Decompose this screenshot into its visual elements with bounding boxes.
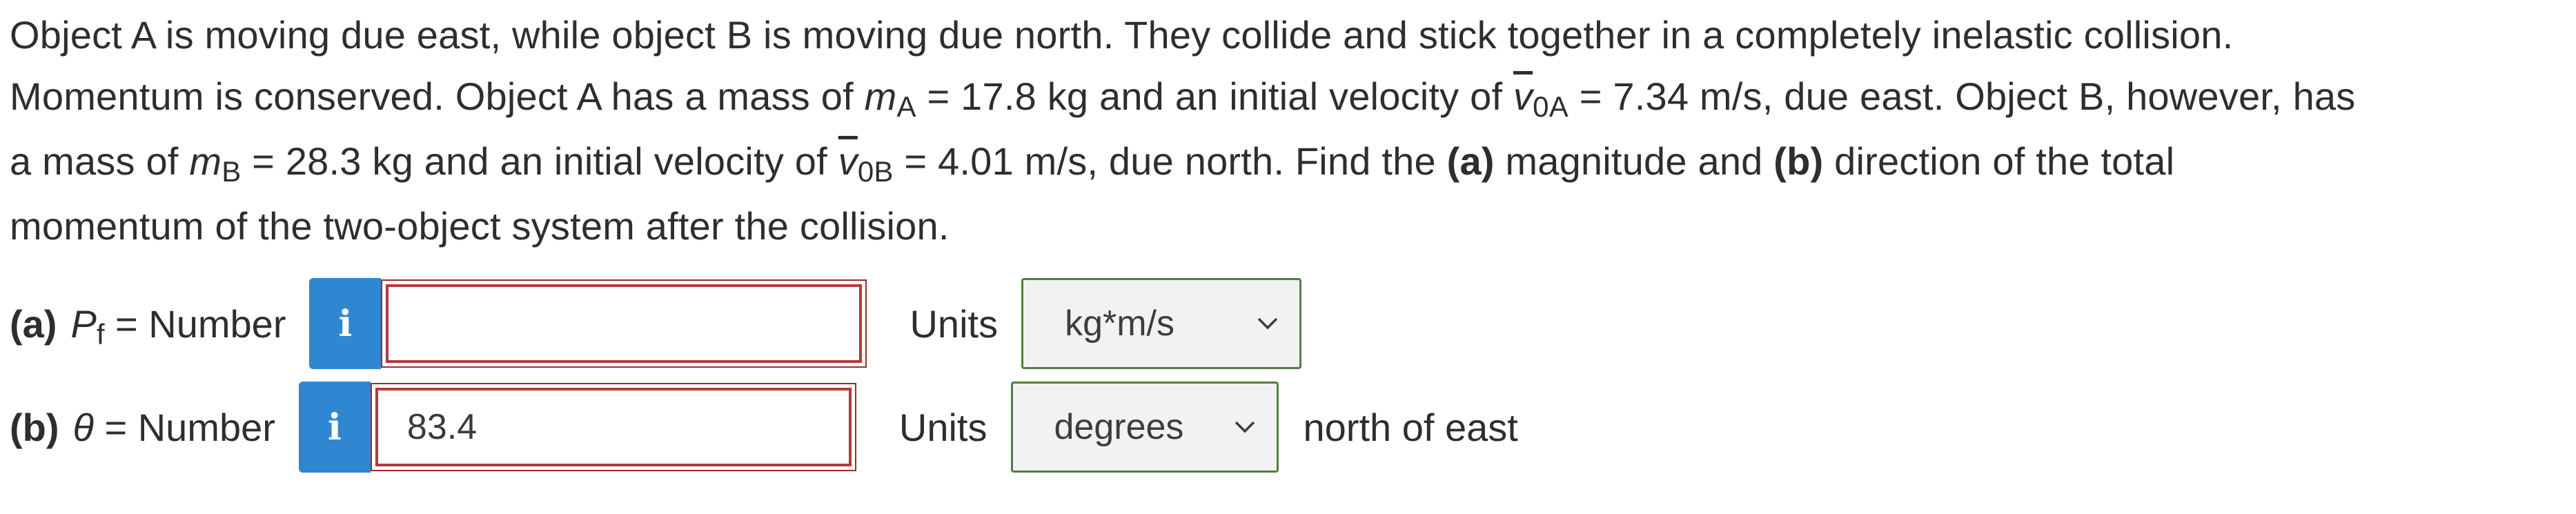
mass-a-symbol: mA <box>864 75 916 123</box>
answer-row-a: (a) Pf = Number i Units kg*m/s <box>10 278 1302 369</box>
units-label: Units <box>910 302 999 346</box>
part-b-label: (b) <box>10 405 59 449</box>
magnitude-input[interactable] <box>386 284 863 363</box>
info-icon[interactable]: i <box>298 382 371 473</box>
units-label: Units <box>898 405 987 449</box>
problem-line-1: Object A is moving due east, while objec… <box>10 13 2234 57</box>
units-select-angle[interactable]: degrees <box>1010 382 1279 473</box>
problem-line-3: a mass of mB = 28.3 kg and an initial ve… <box>10 139 2175 188</box>
units-select-momentum[interactable]: kg*m/s <box>1021 278 1302 369</box>
direction-input[interactable]: 83.4 <box>375 388 852 466</box>
problem-line-4: momentum of the two-object system after … <box>10 204 950 248</box>
magnitude-input-frame[interactable] <box>381 279 867 368</box>
problem-line-2: Momentum is conserved. Object A has a ma… <box>10 75 2356 123</box>
part-b-quantity: θ = Number <box>72 405 275 449</box>
part-a-quantity: Pf = Number <box>70 302 286 350</box>
answer-row-b: (b) θ = Number i 83.4 Units degrees nort… <box>10 382 1518 473</box>
mass-b-symbol: mB <box>189 139 242 188</box>
direction-suffix: north of east <box>1303 405 1518 449</box>
velocity-b-symbol: v <box>838 139 858 183</box>
chevron-down-icon <box>1231 413 1259 441</box>
info-icon[interactable]: i <box>309 278 382 369</box>
direction-input-frame[interactable]: 83.4 <box>370 383 856 471</box>
chevron-down-icon <box>1254 310 1281 337</box>
problem-statement: Object A is moving due east, while objec… <box>10 4 2563 257</box>
velocity-a-symbol: v <box>1513 75 1533 118</box>
part-a-label: (a) <box>10 302 57 346</box>
